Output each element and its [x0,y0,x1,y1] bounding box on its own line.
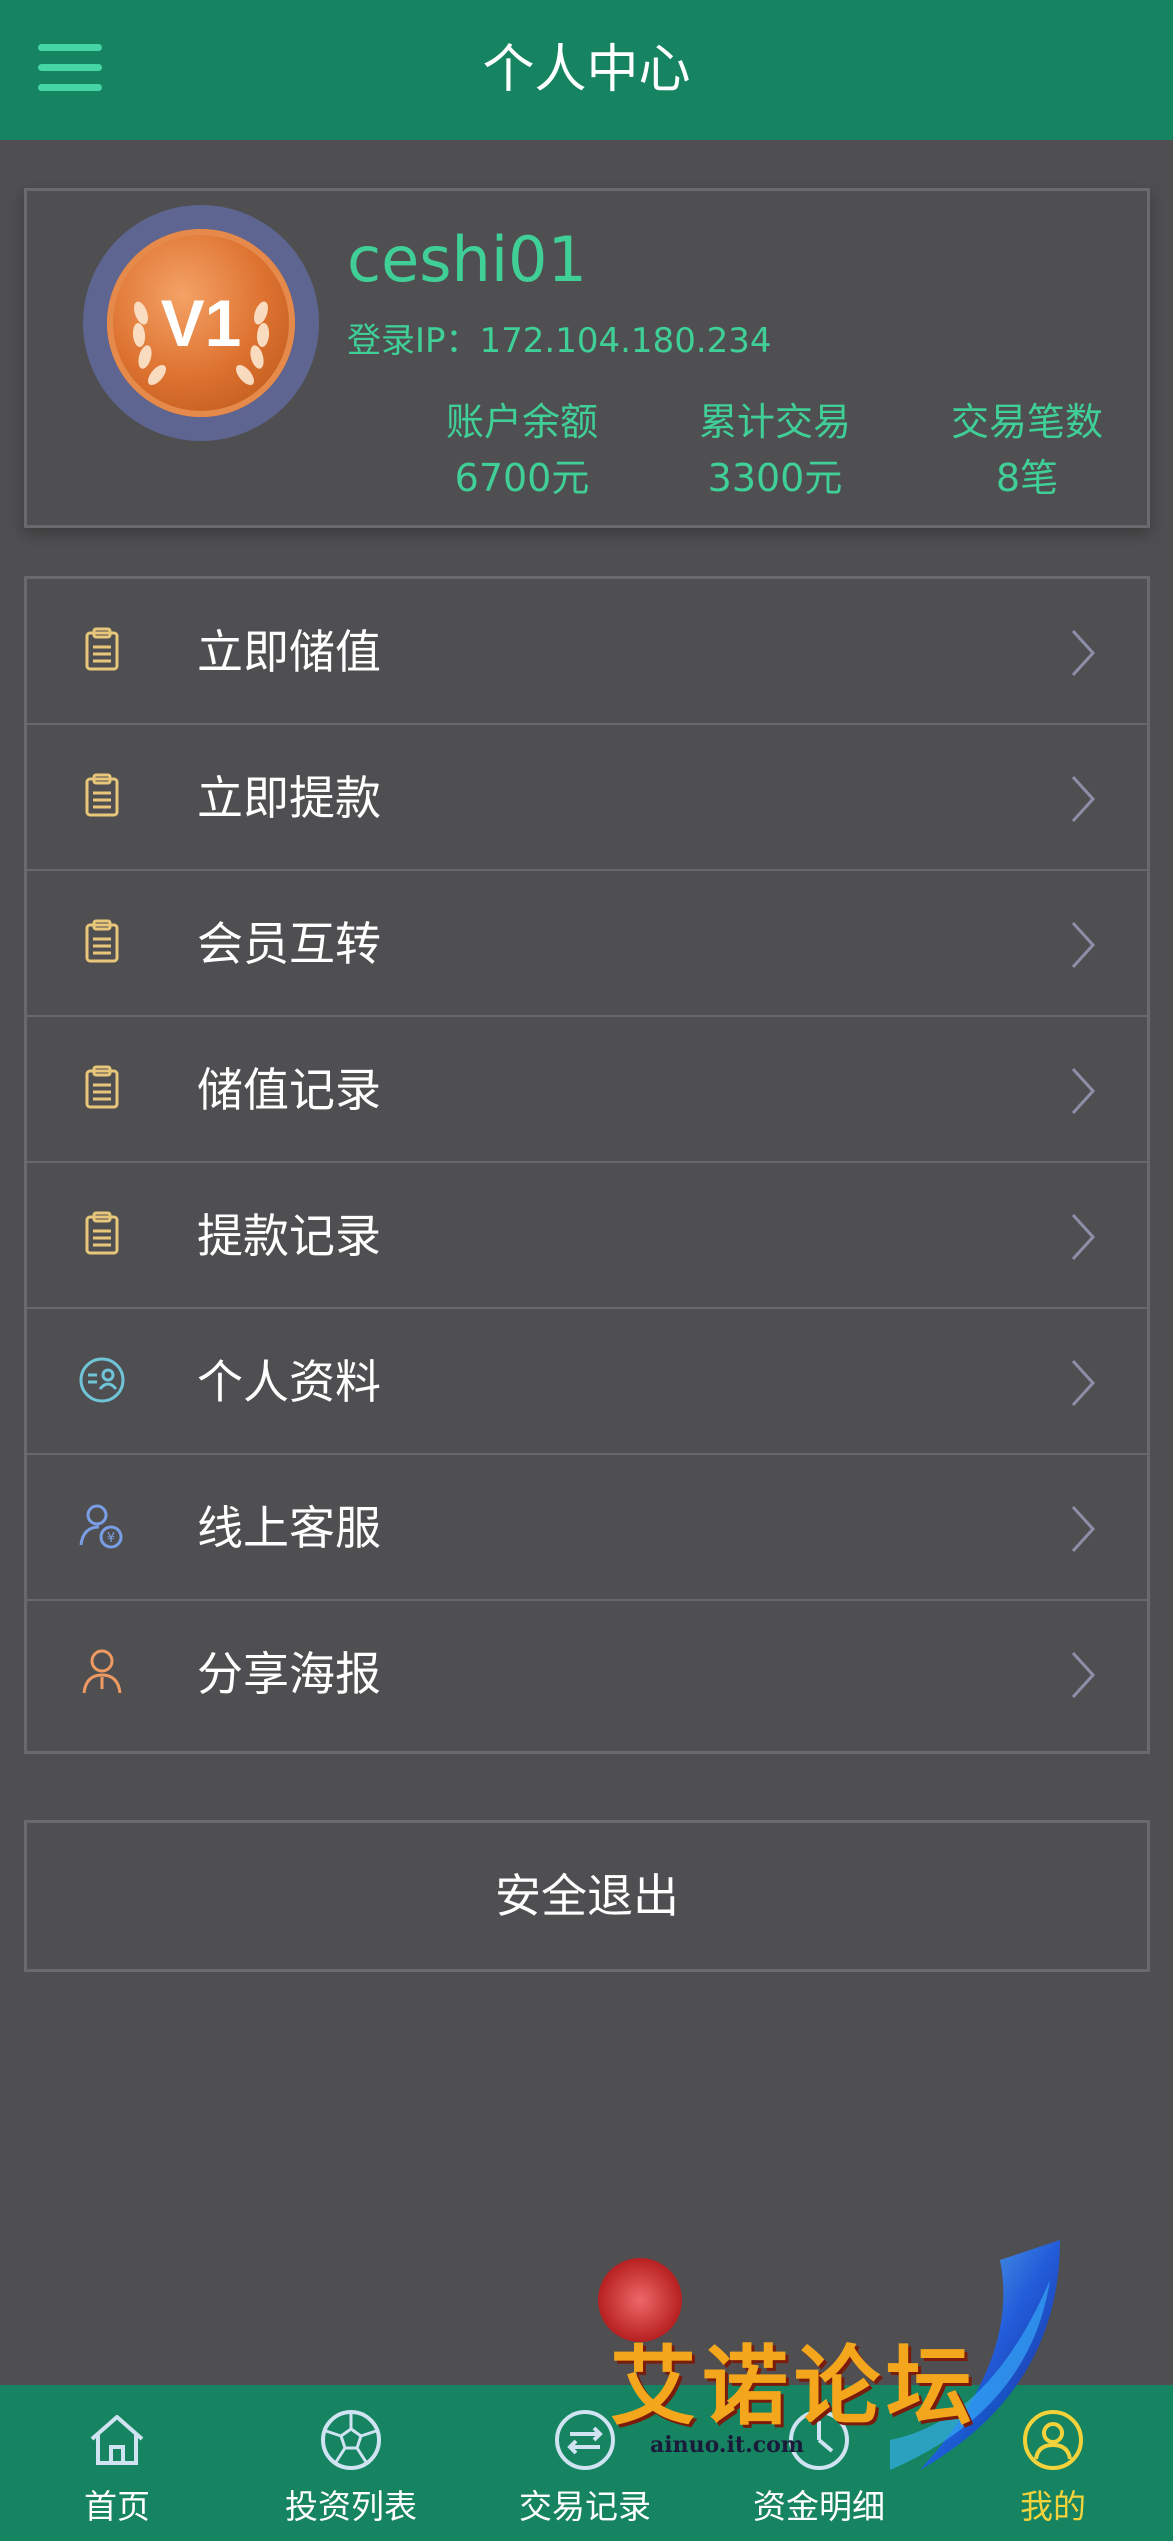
nav-label: 投资列表 [285,2487,417,2526]
nav-label: 资金明细 [753,2487,885,2526]
clipboard-icon [85,773,119,817]
menu-item-share-poster[interactable]: 分享海报 [27,1601,1147,1747]
stat-value: 6700元 [454,456,590,500]
stat-total-trade: 累计交易 3300元 [650,396,900,504]
menu-item-withdraw-records[interactable]: 提款记录 [27,1163,1147,1309]
stat-balance: 账户余额 6700元 [397,396,647,504]
chevron-right-icon [1071,629,1096,677]
menu-item-profile[interactable]: 个人资料 [27,1309,1147,1455]
nav-label: 首页 [84,2487,150,2526]
profile-card: V1 ceshi01 登录IP：172.104.180.234 账户余额 670… [24,188,1150,528]
menu-item-label: 个人资料 [197,1355,381,1409]
stat-label: 账户余额 [445,400,598,444]
page-title: 个人中心 [482,40,691,100]
menu-item-label: 立即提款 [197,771,381,825]
watermark-text: 艾诺论坛 [610,2336,978,2437]
svg-text:¥: ¥ [107,1531,115,1546]
menu-item-withdraw[interactable]: 立即提款 [27,725,1147,871]
customer-service-icon: ¥ [79,1504,123,1549]
top-header: 个人中心 [0,0,1173,140]
menu-item-label: 分享海报 [197,1647,381,1701]
stat-label: 交易笔数 [950,400,1103,444]
login-ip: 登录IP：172.104.180.234 [347,321,772,361]
stat-label: 累计交易 [698,400,851,444]
clipboard-icon [85,1065,119,1109]
level-badge-icon: V1 [83,205,319,441]
chevron-right-icon [1071,921,1096,969]
menu-item-deposit[interactable]: 立即储值 [27,579,1147,725]
chevron-right-icon [1071,1359,1096,1407]
user-share-icon [82,1649,122,1694]
nav-item-home[interactable]: 首页 [0,2385,234,2541]
profile-card-icon [79,1357,125,1403]
clipboard-icon [85,627,119,671]
level-text: V1 [160,286,242,360]
clipboard-icon [85,919,119,963]
chevron-right-icon [1071,1505,1096,1553]
nav-item-investment-list[interactable]: 投资列表 [234,2385,468,2541]
chevron-right-icon [1071,1213,1096,1261]
menu-item-label: 线上客服 [197,1501,381,1555]
nav-label: 我的 [1020,2487,1086,2526]
menu-list: 立即储值 立即提款 会员互转 储值记录 提款记录 个人资料 ¥ 线上客服 分享海… [24,576,1150,1754]
watermark-url: ainuo.it.com [650,2432,805,2458]
chevron-right-icon [1071,1651,1096,1699]
menu-item-member-transfer[interactable]: 会员互转 [27,871,1147,1017]
menu-item-label: 储值记录 [197,1063,381,1117]
menu-item-deposit-records[interactable]: 储值记录 [27,1017,1147,1163]
soccer-ball-icon [321,2410,381,2470]
menu-item-label: 立即储值 [197,625,381,679]
menu-item-label: 会员互转 [197,917,381,971]
stat-trade-count: 交易笔数 8笔 [902,396,1152,504]
logout-button[interactable]: 安全退出 [24,1820,1150,1972]
username: ceshi01 [347,223,587,296]
chevron-right-icon [1071,1067,1096,1115]
chevron-right-icon [1071,775,1096,823]
stat-value: 3300元 [707,456,843,500]
menu-item-customer-service[interactable]: ¥ 线上客服 [27,1455,1147,1601]
nav-label: 交易记录 [519,2487,651,2526]
menu-item-label: 提款记录 [197,1209,381,1263]
clipboard-icon [85,1211,119,1255]
home-icon [90,2415,144,2465]
stat-value: 8笔 [995,456,1059,500]
